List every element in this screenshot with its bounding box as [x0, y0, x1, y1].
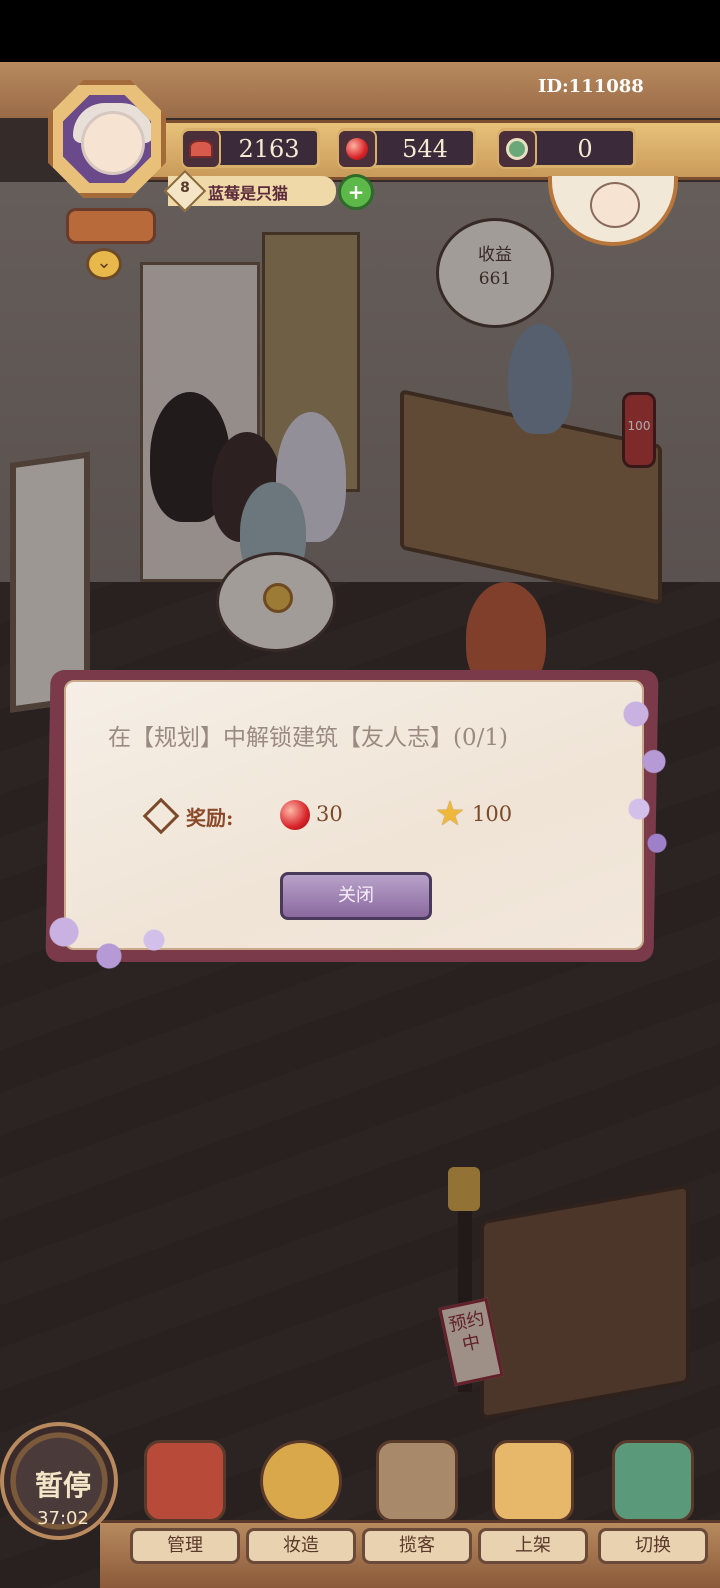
flower-decoration-icon: [34, 900, 184, 980]
scroll-icon[interactable]: [66, 208, 156, 244]
add-friend-button[interactable]: +: [338, 174, 374, 210]
nav-manage[interactable]: 管理: [130, 1440, 240, 1588]
diamond-bullet-icon: [142, 797, 180, 835]
resource-gem[interactable]: 544: [337, 128, 476, 169]
nav-label: 管理: [130, 1528, 240, 1564]
resource-clock[interactable]: 0: [497, 128, 636, 169]
pause-label: 暂停: [34, 1469, 91, 1502]
star-icon: ★: [434, 794, 466, 834]
chevron-down-icon[interactable]: ⌄: [86, 248, 122, 280]
resource-value: 0: [577, 135, 593, 163]
reward-label: 奖励:: [186, 805, 234, 830]
avatar-face: [81, 111, 145, 175]
nav-attract[interactable]: 揽客: [362, 1440, 472, 1588]
resource-value: 2163: [238, 135, 300, 163]
resource-value: 544: [402, 135, 448, 163]
bottom-bar: 暂停 37:02 管理 妆造 揽客 上架 切换: [0, 1400, 720, 1588]
nav-label: 妆造: [246, 1528, 356, 1564]
wisteria-decoration-icon: [618, 676, 678, 866]
clock-token-icon: [497, 129, 537, 169]
player-name: 蓝莓是只猫: [208, 184, 289, 203]
cake-icon: [181, 129, 221, 169]
reward-row: 奖励:: [142, 797, 234, 835]
avatar-background: [63, 95, 151, 183]
signpost-icon: [376, 1440, 458, 1522]
scroll-display-icon: [492, 1440, 574, 1522]
close-button[interactable]: 关闭: [280, 872, 432, 920]
business-timer: 37:02: [37, 1508, 89, 1529]
nav-switch[interactable]: 切换: [598, 1440, 708, 1588]
player-level: 8: [180, 180, 190, 196]
reward-star-value: 100: [472, 802, 513, 826]
nav-label: 上架: [478, 1528, 588, 1564]
player-id: ID:111088: [538, 76, 644, 97]
mascot-face-icon: [590, 182, 640, 228]
nav-list[interactable]: 上架: [478, 1440, 588, 1588]
pause-button[interactable]: 暂停 37:02: [0, 1422, 118, 1540]
task-dialog: 在【规划】中解锁建筑【友人志】(0/1) 奖励: 30 ★ 100 关闭: [34, 670, 678, 980]
shop-gate-icon: [144, 1440, 226, 1522]
task-description: 在【规划】中解锁建筑【友人志】(0/1): [108, 725, 508, 751]
red-gem-icon: [337, 129, 377, 169]
nav-makeup[interactable]: 妆造: [246, 1440, 356, 1588]
resource-cake[interactable]: 2163: [181, 128, 320, 169]
map-pin-icon: [612, 1440, 694, 1522]
nav-label: 揽客: [362, 1528, 472, 1564]
status-bar: [0, 0, 720, 62]
red-gem-icon: [280, 800, 310, 830]
nav-label: 切换: [598, 1528, 708, 1564]
reward-gem-value: 30: [316, 802, 343, 826]
makeup-mirror-icon: [260, 1440, 342, 1522]
